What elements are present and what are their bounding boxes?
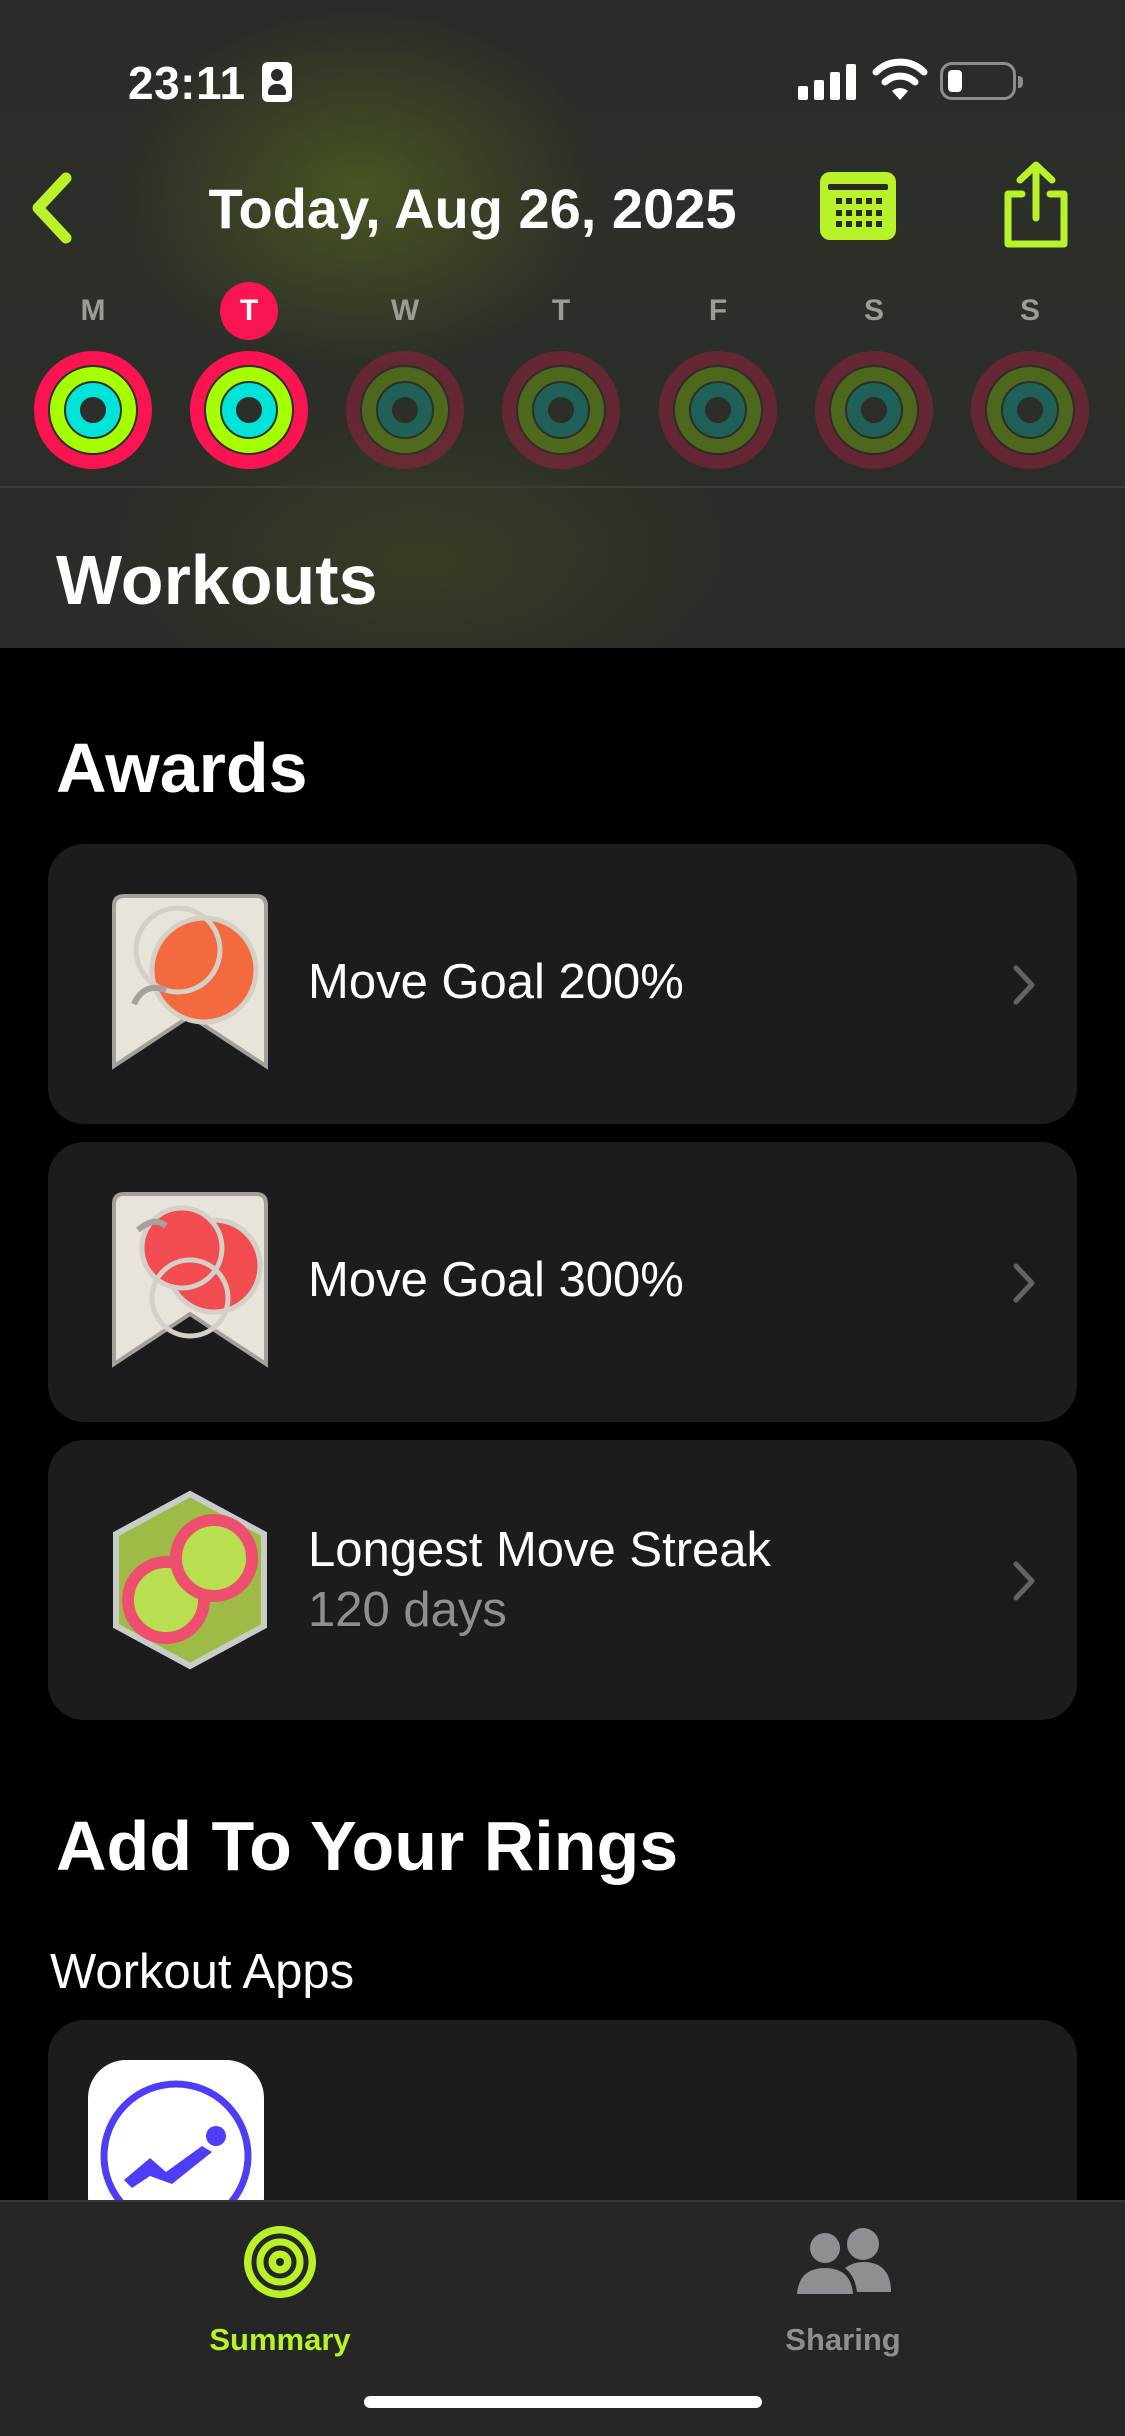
award-title: Move Goal 300% [308,1253,684,1307]
award-subtitle: 120 days [308,1583,507,1637]
week-day-label: S [1019,294,1040,327]
workouts-heading: Workouts [56,541,378,619]
week-day-label: F [708,294,728,327]
day-activity-rings[interactable] [499,348,623,472]
week-day-label: T [220,282,278,340]
week-activity-rings [0,348,1125,476]
day-activity-rings[interactable] [656,348,780,472]
contact-card-icon [262,62,292,102]
cellular-signal-icon [798,62,856,100]
header-divider [0,486,1125,488]
day-activity-rings[interactable] [31,348,155,472]
add-to-rings-heading: Add To Your Rings [56,1807,679,1885]
tab-summary[interactable]: Summary [160,2222,400,2372]
share-icon[interactable] [998,160,1074,250]
home-indicator [364,2396,762,2408]
tab-sharing-label: Sharing [785,2322,901,2357]
day-activity-rings[interactable] [968,348,1092,472]
award-card-move-goal-200[interactable]: Move Goal 200% [48,844,1077,1124]
day-activity-rings[interactable] [343,348,467,472]
chevron-right-icon [1013,1561,1035,1601]
award-title: Move Goal 200% [308,955,684,1009]
day-activity-rings[interactable] [187,348,311,472]
awards-heading: Awards [56,729,308,807]
chevron-right-icon [1013,965,1035,1005]
wifi-icon [872,58,928,100]
date-title[interactable]: Today, Aug 26, 2025 [0,176,945,241]
move-goal-200-badge-icon [112,894,268,1070]
week-day-label: T [551,294,571,327]
award-card-move-goal-300[interactable]: Move Goal 300% [48,1142,1077,1422]
activity-summary-screen: 23:11 Today, Aug 26, 2025 M T W T F S S Workou… [0,0,1125,2436]
day-activity-rings[interactable] [812,348,936,472]
award-card-longest-move-streak[interactable]: Longest Move Streak 120 days [48,1440,1077,1720]
week-day-label: M [80,294,106,327]
battery-icon [940,62,1023,100]
week-day-labels: MTWTFSS [0,282,1125,346]
week-day-label: W [390,294,420,327]
week-day-label: S [863,294,884,327]
award-title: Longest Move Streak [308,1523,772,1577]
tab-sharing[interactable]: Sharing [723,2222,963,2372]
status-bar-time: 23:11 [128,57,246,109]
header: 23:11 Today, Aug 26, 2025 M T W T F S S Workou… [0,0,1125,648]
summary-rings-icon [244,2226,316,2298]
longest-move-streak-badge-icon [113,1490,267,1670]
tab-summary-label: Summary [209,2322,351,2357]
move-goal-300-badge-icon [112,1192,268,1368]
workout-apps-heading: Workout Apps [50,1945,355,1999]
calendar-icon[interactable] [820,172,896,240]
sharing-people-icon [797,2228,891,2294]
chevron-right-icon [1013,1263,1035,1303]
